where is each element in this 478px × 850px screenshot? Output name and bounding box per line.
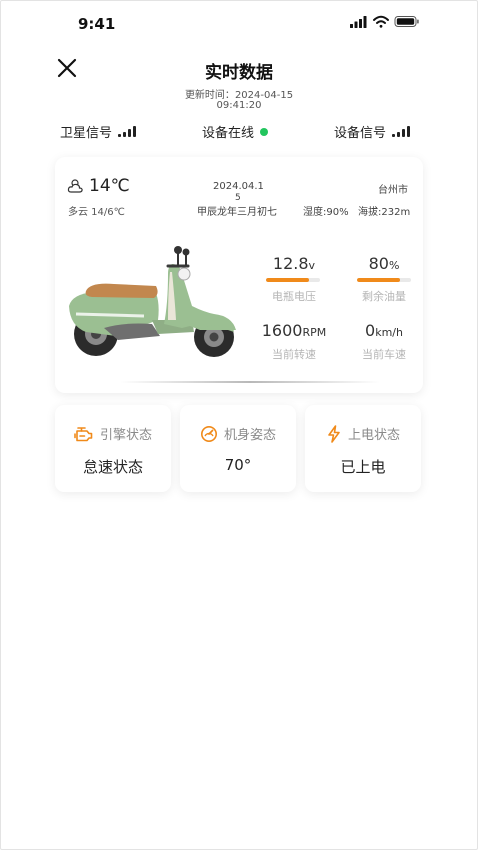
- vehicle-speed-label: 当前车速: [362, 348, 406, 361]
- battery-voltage-bar-fill: [266, 278, 310, 282]
- vehicle-speed-number: 0: [365, 321, 376, 340]
- power-status-header: 上电状态: [305, 424, 421, 443]
- battery-voltage-number: 12.8: [272, 254, 309, 273]
- engine-status-value: 怠速状态: [82, 458, 143, 476]
- battery-voltage-unit: v: [308, 259, 316, 272]
- battery-voltage-value: 12.8v: [258, 254, 330, 273]
- vehicle-speed-unit: km/h: [375, 326, 403, 339]
- body-posture-value: 70°: [224, 456, 252, 474]
- cellular-icon: [350, 16, 367, 28]
- satellite-signal-bars-icon: [118, 126, 137, 137]
- battery-voltage-bar: [266, 278, 320, 282]
- body-posture-label: 机身姿态: [223, 428, 276, 443]
- device-signal-label: 设备信号: [334, 126, 387, 141]
- fuel-level-unit: %: [388, 259, 400, 272]
- body-posture-card: 机身姿态 70°: [180, 405, 296, 492]
- temperature-value: 14℃: [89, 176, 130, 196]
- power-status-value: 已上电: [340, 458, 386, 476]
- power-status-card: 上电状态 已上电: [305, 405, 421, 492]
- body-posture-header: 机身姿态: [180, 424, 296, 443]
- engine-rpm-value: 1600RPM: [254, 321, 334, 340]
- engine-rpm-number: 1600: [261, 321, 303, 340]
- gauge-icon: [200, 425, 217, 442]
- fuel-level-bar: [357, 278, 411, 282]
- current-date: 2024.04.1: [213, 181, 264, 192]
- fuel-level-label: 剩余油量: [362, 290, 406, 303]
- status-time: 9:41: [78, 15, 116, 33]
- wifi-icon: [373, 15, 389, 28]
- device-signal-bars-icon: [392, 126, 411, 137]
- device-online: 设备在线: [202, 122, 269, 141]
- power-status-label: 上电状态: [347, 428, 400, 443]
- battery-voltage-label: 电瓶电压: [272, 290, 316, 303]
- update-time: 09:41:20: [216, 100, 262, 111]
- device-signal: 设备信号: [334, 122, 411, 141]
- fuel-level-value: 80%: [348, 254, 420, 273]
- altitude: 海拔:232m: [358, 207, 411, 218]
- page-title: 实时数据: [205, 63, 273, 83]
- humidity: 湿度:90%: [303, 207, 349, 218]
- satellite-signal: 卫星信号: [60, 122, 137, 141]
- fuel-level-number: 80: [368, 254, 389, 273]
- engine-rpm-unit: RPM: [302, 326, 327, 339]
- cloudy-icon: [67, 179, 83, 193]
- fuel-level-bar-fill: [357, 278, 401, 282]
- lunar-date: 甲辰龙年三月初七: [197, 207, 277, 218]
- scooter-image: [69, 246, 236, 357]
- battery-icon: [394, 16, 419, 27]
- engine-icon: [74, 426, 93, 441]
- engine-status-label: 引擎状态: [99, 428, 152, 443]
- current-date-day: 5: [235, 193, 241, 203]
- engine-status-card: 引擎状态 怠速状态: [55, 405, 171, 492]
- weather-condition: 多云 14/6℃: [68, 207, 125, 218]
- status-icons: [350, 15, 419, 28]
- online-status-dot: [260, 127, 269, 136]
- vehicle-speed-value: 0km/h: [344, 321, 424, 340]
- device-online-label: 设备在线: [202, 126, 255, 141]
- engine-rpm-label: 当前转速: [272, 348, 316, 361]
- city-name: 台州市: [378, 185, 408, 196]
- satellite-signal-label: 卫星信号: [60, 126, 113, 141]
- lightning-icon: [328, 424, 340, 443]
- engine-status-header: 引擎状态: [55, 424, 171, 443]
- weather-temperature: 14℃: [67, 176, 130, 196]
- card-divider: [120, 381, 380, 383]
- update-datetime: 更新时间：2024-04-15: [0, 86, 478, 101]
